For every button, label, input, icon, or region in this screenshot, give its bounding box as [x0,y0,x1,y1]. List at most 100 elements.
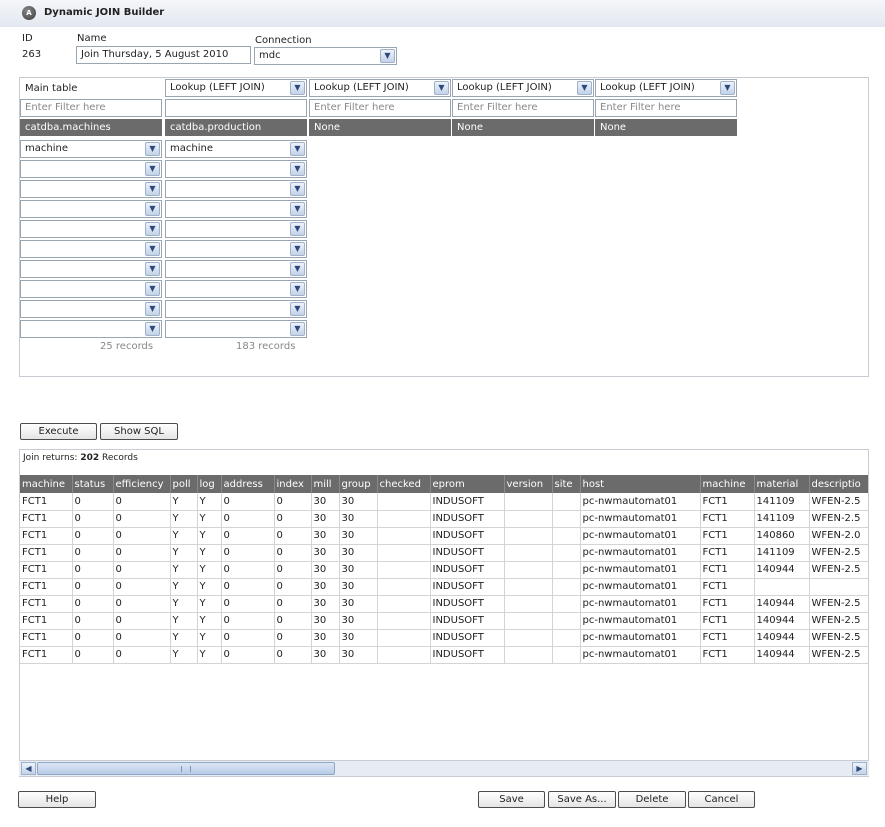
save-button[interactable]: Save [478,791,545,808]
chevron-down-icon[interactable]: ▼ [145,262,160,276]
chevron-down-icon[interactable]: ▼ [290,322,305,336]
help-button[interactable]: Help [18,791,96,808]
table-name-header[interactable]: None [452,119,594,136]
table-name-header[interactable]: catdba.production [165,119,307,136]
column-header[interactable]: machine [700,475,755,493]
table-row[interactable]: FCT1 0 0 Y Y 0 0 30 30 INDUSOFT pc-nwmautomat01 FCT… [20,544,868,562]
column-header[interactable]: checked [377,475,431,493]
column-header[interactable]: group [339,475,378,493]
chevron-down-icon[interactable]: ▼ [290,81,305,95]
lookup-join-field-select[interactable]: ▼ [165,160,307,178]
filter-input[interactable]: Enter Filter here [309,99,451,117]
column-header[interactable]: status [72,475,114,493]
column-header[interactable]: efficiency [113,475,171,493]
column-header[interactable]: index [274,475,312,493]
column-header[interactable]: host [580,475,701,493]
main-join-field-select[interactable]: ▼ [20,260,162,278]
lookup-join-field-select[interactable]: ▼ [165,200,307,218]
chevron-down-icon[interactable]: ▼ [577,81,592,95]
column-header[interactable]: site [552,475,581,493]
table-name-header[interactable]: None [309,119,451,136]
chevron-down-icon[interactable]: ▼ [145,182,160,196]
column-header[interactable]: address [221,475,275,493]
column-header[interactable]: log [197,475,222,493]
chevron-down-icon[interactable]: ▼ [145,242,160,256]
delete-button[interactable]: Delete [618,791,686,808]
chevron-down-icon[interactable]: ▼ [290,162,305,176]
table-row[interactable]: FCT1 0 0 Y Y 0 0 30 30 INDUSOFT pc-nwmautomat01 FCT… [20,629,868,647]
table-name-header[interactable]: catdba.machines [20,119,162,136]
chevron-down-icon[interactable]: ▼ [145,202,160,216]
table-name-header[interactable]: None [595,119,737,136]
cancel-button[interactable]: Cancel [688,791,755,808]
main-join-field-select[interactable]: ▼ [20,300,162,318]
main-join-field-select[interactable]: ▼ [20,200,162,218]
chevron-down-icon[interactable]: ▼ [380,49,395,63]
connection-select[interactable]: mdc ▼ [254,47,397,65]
chevron-down-icon[interactable]: ▼ [290,302,305,316]
chevron-down-icon[interactable]: ▼ [145,302,160,316]
column-header[interactable]: eprom [430,475,505,493]
column-header[interactable]: poll [170,475,198,493]
chevron-down-icon[interactable]: ▼ [145,222,160,236]
column-header[interactable]: descriptio [809,475,868,493]
filter-input[interactable]: Enter Filter here [595,99,737,117]
main-join-field-select[interactable]: ▼ [20,240,162,258]
lookup-type-select[interactable]: Lookup (LEFT JOIN) ▼ [595,79,737,97]
lookup-join-field-select[interactable]: ▼ [165,260,307,278]
table-row[interactable]: FCT1 0 0 Y Y 0 0 30 30 INDUSOFT pc-nwmautomat01 FCT… [20,612,868,630]
show-sql-button[interactable]: Show SQL [100,423,178,440]
chevron-down-icon[interactable]: ▼ [290,182,305,196]
chevron-down-icon[interactable]: ▼ [290,282,305,296]
chevron-down-icon[interactable]: ▼ [290,202,305,216]
main-join-field-select[interactable]: ▼ [20,280,162,298]
main-join-field-select[interactable]: ▼ [20,320,162,338]
column-header[interactable]: version [504,475,553,493]
table-cell: FCT1 [700,595,755,613]
chevron-down-icon[interactable]: ▼ [145,162,160,176]
column-header[interactable]: machine [20,475,73,493]
lookup-type-select[interactable]: Lookup (LEFT JOIN) ▼ [309,79,451,97]
table-row[interactable]: FCT1 0 0 Y Y 0 0 30 30 INDUSOFT pc-nwmautomat01 FCT… [20,510,868,528]
table-row[interactable]: FCT1 0 0 Y Y 0 0 30 30 INDUSOFT pc-nwmautomat01 FCT… [20,527,868,545]
table-row[interactable]: FCT1 0 0 Y Y 0 0 30 30 INDUSOFT pc-nwmautomat01 FCT… [20,578,868,596]
main-join-field-select[interactable]: ▼ [20,160,162,178]
table-row[interactable]: FCT1 0 0 Y Y 0 0 30 30 INDUSOFT pc-nwmautomat01 FCT… [20,561,868,579]
chevron-down-icon[interactable]: ▼ [145,322,160,336]
main-join-field-select[interactable]: ▼ [20,220,162,238]
lookup-type-select[interactable]: Lookup (LEFT JOIN) ▼ [165,79,307,97]
filter-input[interactable] [165,99,307,117]
table-row[interactable]: FCT1 0 0 Y Y 0 0 30 30 INDUSOFT pc-nwmautomat01 FCT… [20,646,868,664]
lookup-join-field-select[interactable]: ▼ [165,240,307,258]
chevron-down-icon[interactable]: ▼ [720,81,735,95]
main-join-field-select[interactable]: ▼ [20,180,162,198]
chevron-down-icon[interactable]: ▼ [290,262,305,276]
scroll-thumb[interactable] [37,762,335,775]
lookup-type-select[interactable]: Lookup (LEFT JOIN) ▼ [452,79,594,97]
table-row[interactable]: FCT1 0 0 Y Y 0 0 30 30 INDUSOFT pc-nwmautomat01 FCT… [20,493,868,511]
lookup-join-field-select[interactable]: ▼ [165,320,307,338]
lookup-join-field-select[interactable]: ▼ [165,220,307,238]
table-row[interactable]: FCT1 0 0 Y Y 0 0 30 30 INDUSOFT pc-nwmautomat01 FCT… [20,595,868,613]
filter-input[interactable]: Enter Filter here [452,99,594,117]
save-as-button[interactable]: Save As... [548,791,616,808]
lookup-join-field-select[interactable]: machine ▼ [165,140,307,158]
name-input[interactable]: Join Thursday, 5 August 2010 [76,46,251,64]
scroll-left-icon[interactable]: ◀ [21,762,36,775]
execute-button[interactable]: Execute [20,423,97,440]
chevron-down-icon[interactable]: ▼ [145,142,160,156]
chevron-down-icon[interactable]: ▼ [290,242,305,256]
chevron-down-icon[interactable]: ▼ [290,142,305,156]
lookup-join-field-select[interactable]: ▼ [165,300,307,318]
column-header[interactable]: material [754,475,810,493]
chevron-down-icon[interactable]: ▼ [434,81,449,95]
chevron-down-icon[interactable]: ▼ [145,282,160,296]
lookup-join-field-select[interactable]: ▼ [165,180,307,198]
main-join-field-select[interactable]: machine ▼ [20,140,162,158]
scroll-right-icon[interactable]: ▶ [852,762,867,775]
chevron-down-icon[interactable]: ▼ [290,222,305,236]
column-header[interactable]: mill [311,475,340,493]
lookup-join-field-select[interactable]: ▼ [165,280,307,298]
filter-input[interactable]: Enter Filter here [20,99,162,117]
horizontal-scrollbar[interactable]: ◀ ▶ [19,760,869,776]
